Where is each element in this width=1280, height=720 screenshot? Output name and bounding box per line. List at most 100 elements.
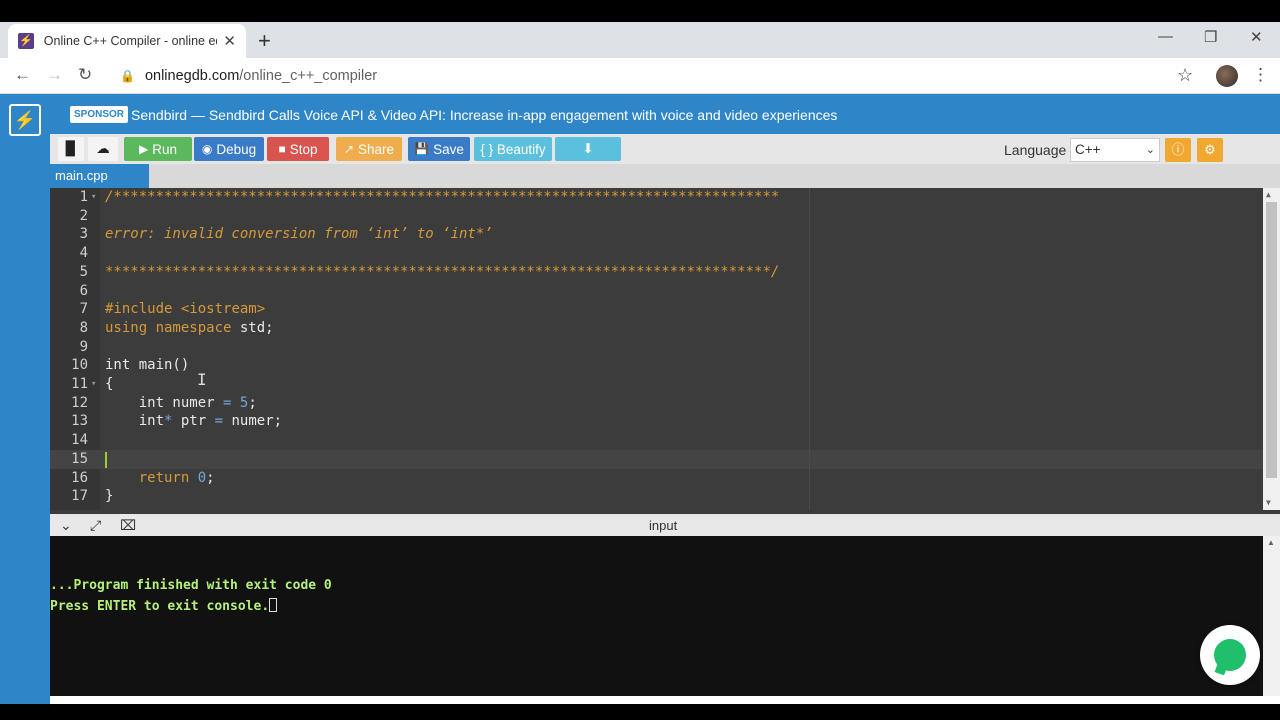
url-path: /online_c++_compiler	[239, 68, 378, 84]
browser-tab[interactable]: ⚡ Online C++ Compiler - online ed ✕	[8, 24, 246, 58]
lock-icon: 🔒	[120, 69, 135, 83]
download-button[interactable]: ⬇	[555, 137, 621, 161]
console-scrollbar[interactable]: ▲	[1263, 536, 1280, 696]
line-number: 11	[71, 376, 88, 392]
window-close-icon[interactable]: ✕	[1250, 28, 1263, 46]
console-line-prompt: Press ENTER to exit console.	[50, 598, 278, 614]
line-number: 8	[79, 319, 88, 336]
download-icon: ⬇	[582, 141, 594, 156]
chat-bubble-icon	[1214, 639, 1246, 671]
share-button[interactable]: ↗ Share	[336, 137, 402, 161]
console-prompt-text: Press ENTER to exit console.	[50, 599, 270, 614]
share-icon: ↗	[343, 142, 355, 156]
browser-menu-icon[interactable]: ⋮	[1252, 65, 1269, 85]
language-label: Language	[1004, 142, 1067, 158]
code-line: 2	[50, 207, 1263, 226]
language-value: C++	[1075, 142, 1101, 157]
chat-widget-button[interactable]	[1200, 625, 1260, 685]
output-console[interactable]: ...Program finished with exit code 0 Pre…	[50, 536, 1263, 696]
scroll-up-icon[interactable]: ▲	[1267, 538, 1275, 547]
upload-icon[interactable]: ☁	[88, 137, 118, 161]
new-file-icon[interactable]: ▉	[58, 137, 84, 161]
sponsor-banner[interactable]: SPONSOR Sendbird — Sendbird Calls Voice …	[50, 94, 1280, 134]
editor-scrollbar[interactable]: ▲ ▼	[1263, 188, 1280, 510]
collapse-chevron-icon[interactable]: ⌄	[60, 517, 72, 534]
left-sidebar: ⚡	[0, 94, 50, 704]
scroll-up-icon[interactable]: ▲	[1266, 190, 1271, 199]
save-button[interactable]: 💾 Save	[408, 137, 470, 161]
forward-icon[interactable]: →	[46, 65, 63, 85]
url-field[interactable]: 🔒 onlinegdb.com/online_c++_compiler	[120, 68, 377, 84]
new-tab-button[interactable]: +	[258, 28, 271, 54]
back-icon[interactable]: ←	[14, 65, 31, 85]
code-line: 1 ▾ /***********************************…	[50, 188, 1263, 207]
code-line: 16 return 0;	[50, 469, 1263, 488]
code-line: 3 error: invalid conversion from ‘int’ t…	[50, 225, 1263, 244]
code-line: 5 **************************************…	[50, 263, 1263, 282]
sponsor-badge: SPONSOR	[70, 106, 129, 123]
clear-console-icon[interactable]: ⌧	[120, 517, 136, 534]
io-panel-header: ⌄ ⤢ ⌧ input	[50, 514, 1280, 536]
reload-icon[interactable]: ↻	[78, 65, 92, 85]
stop-icon: ■	[278, 142, 286, 156]
stop-button[interactable]: ■ Stop	[267, 137, 329, 161]
code-editor[interactable]: 1 ▾ /***********************************…	[50, 188, 1280, 510]
debug-button[interactable]: ◉ Debug	[194, 137, 264, 161]
code-text: int main()	[105, 357, 190, 374]
line-number: 2	[79, 207, 88, 224]
share-label: Share	[358, 141, 395, 157]
run-button[interactable]: ▶ Run	[124, 137, 192, 161]
code-text: }	[105, 488, 114, 505]
restore-icon[interactable]: ❐	[1204, 28, 1217, 46]
code-line: 14	[50, 431, 1263, 450]
scroll-down-icon[interactable]: ▼	[1266, 498, 1271, 507]
code-token: int	[105, 413, 165, 430]
code-text: /***************************************…	[105, 189, 780, 205]
line-number: 1	[79, 189, 88, 205]
mouse-ibeam-cursor: I	[197, 370, 207, 389]
code-text: ****************************************…	[105, 263, 780, 280]
operator: =	[214, 413, 224, 430]
code-text: return 0;	[105, 469, 215, 488]
tab-title: Online C++ Compiler - online ed	[43, 34, 218, 48]
info-icon[interactable]: ⓘ	[1165, 138, 1191, 162]
tab-close-icon[interactable]: ✕	[223, 32, 236, 50]
line-number: 13	[71, 413, 88, 430]
expand-icon[interactable]: ⤢	[90, 517, 101, 534]
line-number: 14	[71, 432, 88, 449]
file-tab-main-cpp[interactable]: main.cpp	[50, 164, 149, 188]
code-token: ptr	[172, 413, 215, 430]
code-token: std;	[231, 319, 274, 336]
beautify-button[interactable]: { } Beautify	[474, 137, 552, 161]
number-literal: 0	[197, 469, 207, 486]
debug-icon: ◉	[201, 142, 213, 156]
address-bar-row: ← → ↻ 🔒 onlinegdb.com/online_c++_compile…	[0, 58, 1280, 94]
onlinegdb-logo-icon[interactable]: ⚡	[9, 104, 41, 136]
keyword: return	[138, 469, 190, 486]
code-line: 9	[50, 338, 1263, 357]
settings-gear-icon[interactable]: ⚙	[1197, 138, 1223, 162]
sponsor-text[interactable]: Sendbird — Sendbird Calls Voice API & Vi…	[131, 107, 837, 123]
minimize-icon[interactable]: —	[1158, 28, 1173, 45]
onlinegdb-favicon-icon: ⚡	[18, 33, 34, 49]
include-header: <iostream>	[180, 301, 266, 318]
profile-avatar[interactable]	[1216, 65, 1238, 87]
save-icon: 💾	[414, 142, 430, 156]
code-line: 17 }	[50, 487, 1263, 506]
code-line: 15	[50, 450, 1263, 469]
line-number: 12	[71, 394, 88, 411]
language-select[interactable]: C++ ⌄	[1070, 138, 1160, 162]
scrollbar-thumb[interactable]	[1266, 202, 1277, 478]
line-number: 9	[79, 338, 88, 355]
code-text: using namespace std;	[105, 319, 274, 338]
terminal-cursor	[269, 598, 278, 612]
bookmark-star-icon[interactable]: ☆	[1177, 65, 1193, 86]
play-icon: ▶	[139, 142, 149, 156]
debug-label: Debug	[216, 141, 257, 157]
code-line: 6	[50, 282, 1263, 301]
code-line: 11 ▾ {	[50, 375, 1263, 394]
fold-toggle-icon[interactable]: ▾	[91, 375, 96, 394]
fold-toggle-icon[interactable]: ▾	[91, 188, 96, 207]
preprocessor-directive: #include	[105, 301, 173, 318]
